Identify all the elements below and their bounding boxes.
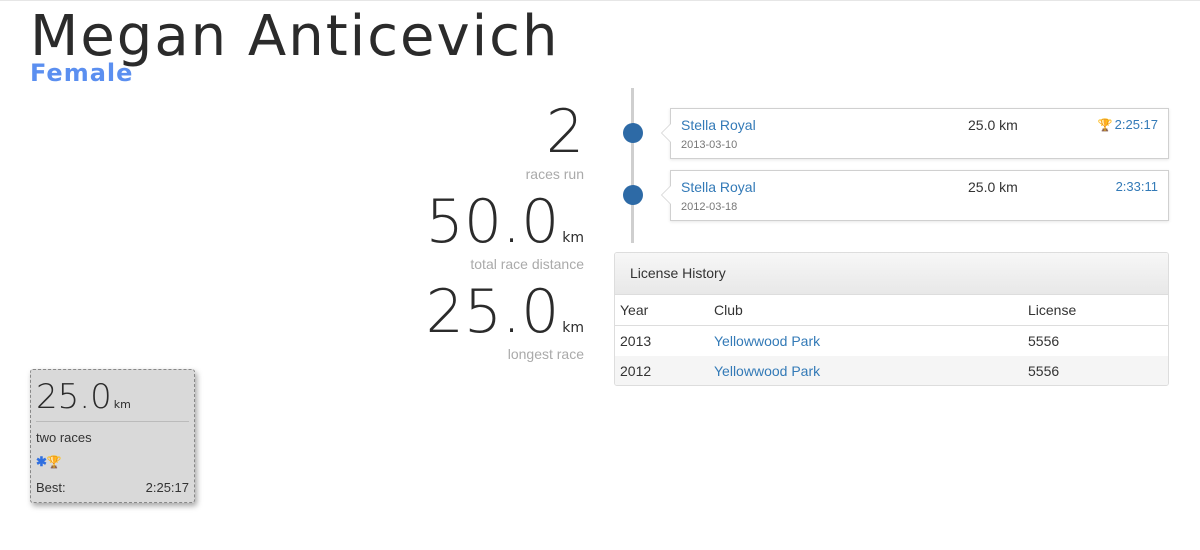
card-distance-unit: km — [113, 398, 131, 411]
club-link[interactable]: Yellowwood Park — [714, 363, 820, 379]
column-header: Club — [709, 295, 1023, 326]
stat-races-run: 2 races run — [526, 102, 584, 182]
distance-summary-card[interactable]: 25.0 km two races ✱🏆 Best: 2:25:17 — [30, 369, 195, 503]
table-row: 2012 Yellowwood Park 5556 — [615, 356, 1168, 385]
column-header: Year — [615, 295, 709, 326]
race-date: 2012-03-18 — [681, 201, 738, 213]
timeline-entry: Stella Royal 2013-03-10 25.0 km 🏆 2:25:17 — [661, 108, 1169, 159]
club-cell: Yellowwood Park — [709, 326, 1023, 357]
license-cell: 5556 — [1023, 356, 1168, 385]
year-cell: 2013 — [620, 333, 652, 349]
panel-title: License History — [615, 253, 1168, 295]
year-cell: 2012 — [615, 356, 709, 385]
asterisk-icon: ✱ — [36, 454, 47, 469]
club-link[interactable]: Yellowwood Park — [714, 333, 820, 349]
race-time-link[interactable]: 2:33:11 — [1116, 179, 1158, 194]
stat-longest-race: 25.0 km longest race — [426, 282, 584, 362]
best-label: Best: — [36, 480, 66, 495]
race-link[interactable]: Stella Royal — [681, 117, 756, 133]
timeline-entry: Stella Royal 2012-03-18 25.0 km 2:33:11 — [661, 170, 1169, 221]
trophy-icon: 🏆 — [1097, 118, 1113, 132]
card-distance: 25.0 km — [36, 377, 131, 417]
runner-gender: Female — [30, 59, 134, 87]
license-history-panel: License History Year Club License 2013 Y… — [614, 252, 1169, 386]
column-header: License — [1023, 295, 1168, 326]
best-time: 2:25:17 — [145, 480, 189, 495]
total-distance-unit: km — [562, 230, 584, 246]
table-header-row: Year Club License — [615, 295, 1168, 326]
races-label: races run — [525, 166, 584, 182]
timeline-dot — [623, 123, 643, 143]
race-distance: 25.0 km — [968, 117, 1018, 133]
race-date: 2013-03-10 — [681, 139, 738, 151]
longest-label: longest race — [507, 346, 584, 362]
race-time: 2:25:17 — [1114, 117, 1158, 132]
race-link[interactable]: Stella Royal — [681, 179, 756, 195]
license-table: Year Club License 2013 Yellowwood Park 5… — [615, 295, 1168, 385]
card-divider — [36, 421, 189, 422]
table-row: 2013 Yellowwood Park 5556 — [615, 326, 1168, 357]
race-time-link[interactable]: 🏆 2:25:17 — [1098, 117, 1158, 132]
card-races: two races — [36, 430, 92, 445]
timeline-dot — [623, 185, 643, 205]
license-cell: 5556 — [1028, 333, 1060, 349]
top-divider — [0, 0, 1200, 1]
total-distance-label: total race distance — [470, 256, 584, 272]
card-distance-value: 25.0 — [36, 377, 112, 417]
longest-unit: km — [562, 320, 584, 336]
longest-value: 25.0 — [425, 277, 560, 347]
trophy-icon: 🏆 — [46, 455, 62, 469]
club-cell: Yellowwood Park — [709, 356, 1023, 385]
stat-total-distance: 50.0 km total race distance — [426, 192, 584, 272]
timeline-line — [631, 88, 634, 243]
total-distance-value: 50.0 — [425, 187, 560, 257]
race-distance: 25.0 km — [968, 179, 1018, 195]
races-count: 2 — [545, 97, 584, 167]
card-icons: ✱🏆 — [36, 454, 64, 470]
